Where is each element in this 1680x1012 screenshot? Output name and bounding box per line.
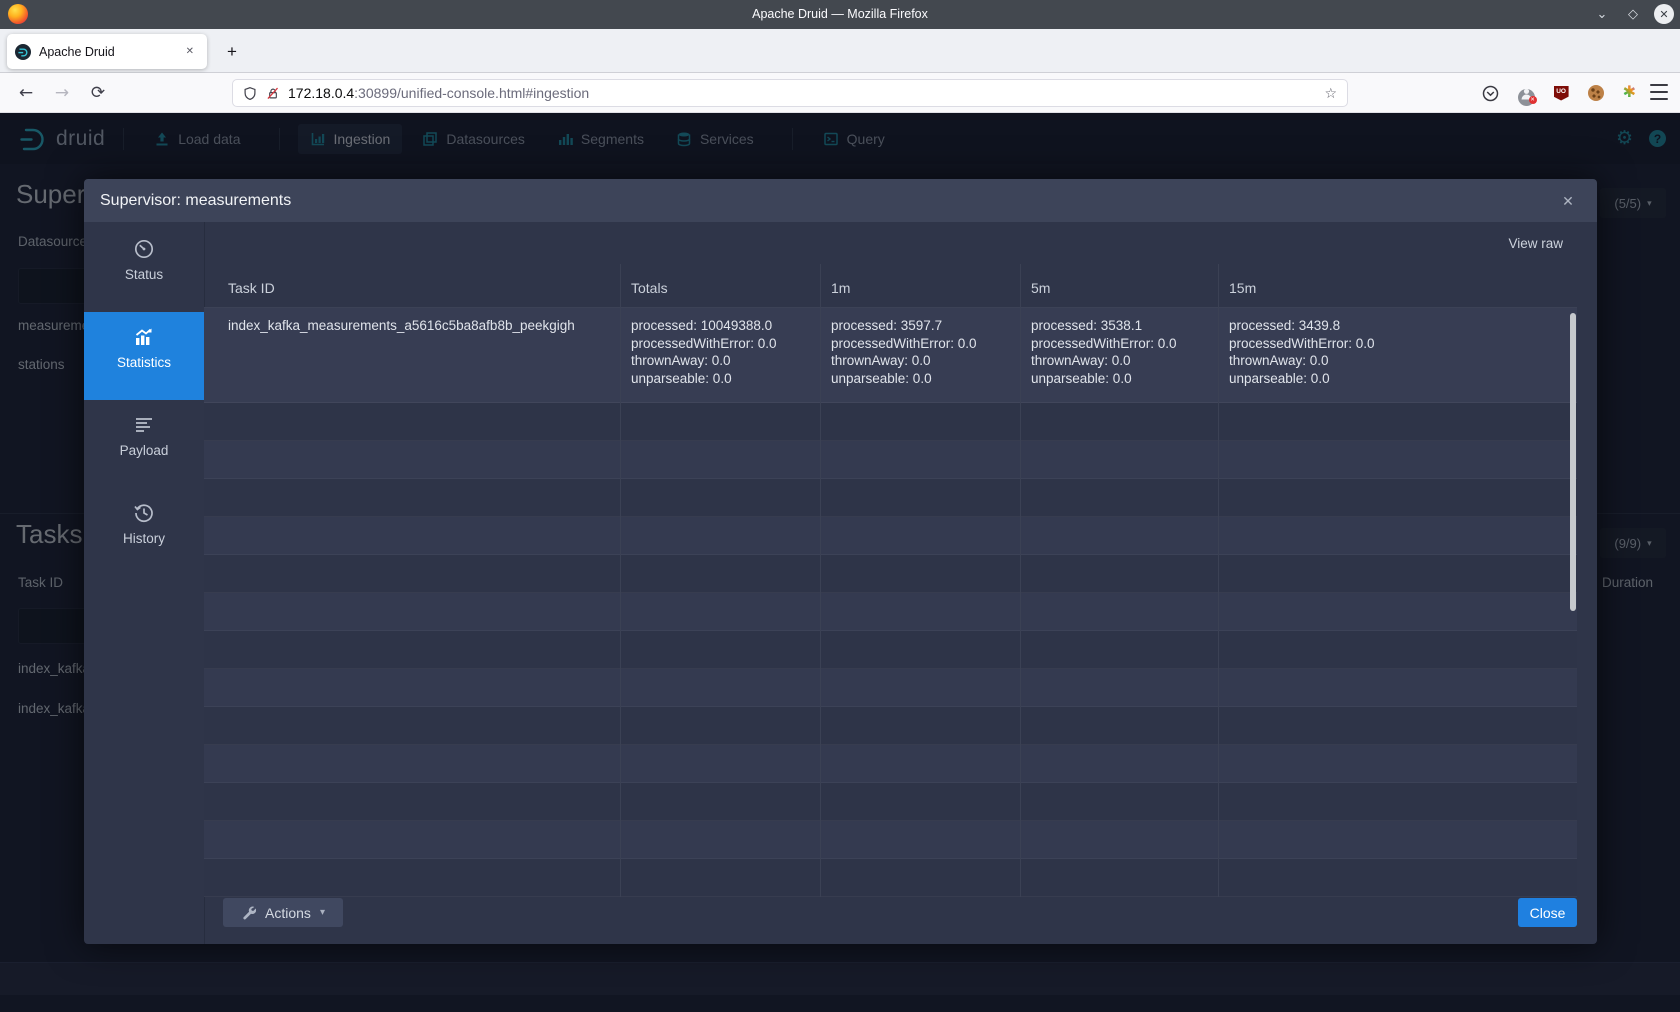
- tab-label: Payload: [120, 443, 169, 458]
- tab-label: Statistics: [117, 355, 171, 370]
- wrench-icon: [241, 905, 256, 920]
- minimize-icon[interactable]: ⌄: [1592, 4, 1612, 24]
- view-raw-link[interactable]: View raw: [1508, 236, 1563, 251]
- modal-body: Status Statistics: [84, 222, 1597, 944]
- table-header-row: Task ID Totals 1m 5m 15m: [204, 264, 1577, 308]
- table-empty-row: [204, 859, 1577, 897]
- align-left-icon: [133, 414, 155, 436]
- col-totals: Totals: [631, 280, 668, 296]
- tab-history[interactable]: History: [84, 488, 204, 576]
- gauge-icon: [133, 238, 155, 260]
- history-clock-icon: [133, 502, 155, 524]
- profile-extension-icon[interactable]: ✕: [1518, 85, 1535, 102]
- actions-label: Actions: [265, 905, 311, 921]
- stats-table-empty-rows: [204, 403, 1577, 897]
- back-button[interactable]: ←: [10, 73, 42, 113]
- browser-tab[interactable]: Apache Druid ✕: [7, 34, 207, 69]
- cell-15m: processed: 3439.8 processedWithError: 0.…: [1229, 317, 1529, 387]
- badge-x-icon: ✕: [1529, 96, 1537, 104]
- modal-side-tabs: Status Statistics: [84, 224, 204, 576]
- table-empty-row: [204, 593, 1577, 631]
- tab-payload[interactable]: Payload: [84, 400, 204, 488]
- tab-status[interactable]: Status: [84, 224, 204, 312]
- broken-lock-icon[interactable]: [266, 86, 280, 101]
- column-divider: [1020, 264, 1021, 897]
- new-tab-button[interactable]: +: [218, 38, 246, 66]
- ublock-icon[interactable]: UO: [1554, 86, 1569, 101]
- window-title: Apache Druid — Mozilla Firefox: [0, 7, 1680, 21]
- col-5m: 5m: [1031, 280, 1050, 296]
- cell-1m: processed: 3597.7 processedWithError: 0.…: [831, 317, 1021, 387]
- menu-icon[interactable]: [1650, 84, 1668, 100]
- url-bar[interactable]: 172.18.0.4:30899/unified-console.html#in…: [232, 79, 1348, 107]
- cell-totals: processed: 10049388.0 processedWithError…: [631, 317, 821, 387]
- table-empty-row: [204, 707, 1577, 745]
- cell-task-id: index_kafka_measurements_a5616c5ba8afb8b…: [228, 317, 608, 335]
- reload-button[interactable]: ⟳: [82, 73, 114, 113]
- modal-header: Supervisor: measurements ✕: [84, 179, 1597, 222]
- bookmark-star-icon[interactable]: ☆: [1324, 85, 1337, 102]
- modal-close-icon[interactable]: ✕: [1557, 190, 1579, 212]
- caret-down-icon: ▾: [320, 907, 325, 918]
- col-1m: 1m: [831, 280, 850, 296]
- table-empty-row: [204, 745, 1577, 783]
- maximize-icon[interactable]: ◇: [1623, 4, 1643, 24]
- table-row[interactable]: index_kafka_measurements_a5616c5ba8afb8b…: [204, 308, 1577, 403]
- cookie-extension-icon[interactable]: [1588, 85, 1604, 101]
- druid-favicon: [15, 44, 31, 60]
- table-empty-row: [204, 669, 1577, 707]
- column-divider: [1218, 264, 1219, 897]
- druid-console: druid Load data Ingestion: [0, 113, 1680, 1012]
- col-task-id: Task ID: [228, 280, 275, 296]
- pocket-icon[interactable]: [1482, 85, 1499, 102]
- table-empty-row: [204, 555, 1577, 593]
- screen: Apache Druid — Mozilla Firefox ⌄ ◇ ✕ Apa…: [0, 0, 1680, 1012]
- close-button[interactable]: Close: [1518, 898, 1577, 927]
- tab-bar: Apache Druid ✕ +: [0, 29, 1680, 73]
- table-empty-row: [204, 441, 1577, 479]
- modal-title: Supervisor: measurements: [100, 192, 291, 210]
- url-host: 172.18.0.4: [288, 85, 354, 101]
- shield-icon[interactable]: [243, 86, 257, 101]
- table-empty-row: [204, 479, 1577, 517]
- table-empty-row: [204, 517, 1577, 555]
- tab-label: History: [123, 531, 165, 546]
- table-empty-row: [204, 631, 1577, 669]
- tab-close-icon[interactable]: ✕: [181, 43, 199, 60]
- table-empty-row: [204, 783, 1577, 821]
- table-empty-row: [204, 821, 1577, 859]
- url-path: :30899/unified-console.html#ingestion: [354, 85, 589, 101]
- table-empty-row: [204, 403, 1577, 441]
- column-divider: [620, 264, 621, 897]
- chart-increase-icon: [133, 326, 155, 348]
- asterisk-extension-icon[interactable]: ✱: [1623, 85, 1636, 101]
- supervisor-modal: Supervisor: measurements ✕ Status: [84, 179, 1597, 944]
- browser-toolbar: ← → ⟳ 172.18.0.4:30899/unified-console.h…: [0, 73, 1680, 113]
- window-close-icon[interactable]: ✕: [1654, 4, 1674, 24]
- column-divider: [820, 264, 821, 897]
- table-scrollbar[interactable]: [1570, 313, 1576, 611]
- forward-button[interactable]: →: [46, 73, 78, 113]
- tab-statistics[interactable]: Statistics: [84, 312, 204, 400]
- actions-button[interactable]: Actions ▾: [223, 898, 343, 927]
- url-text: 172.18.0.4:30899/unified-console.html#in…: [288, 85, 1324, 101]
- col-15m: 15m: [1229, 280, 1256, 296]
- cell-5m: processed: 3538.1 processedWithError: 0.…: [1031, 317, 1221, 387]
- statistics-table: Task ID Totals 1m 5m 15m index_kafka_mea…: [204, 264, 1577, 897]
- tab-label: Status: [125, 267, 163, 282]
- tab-title: Apache Druid: [39, 45, 181, 59]
- window-titlebar: Apache Druid — Mozilla Firefox ⌄ ◇ ✕: [0, 0, 1680, 29]
